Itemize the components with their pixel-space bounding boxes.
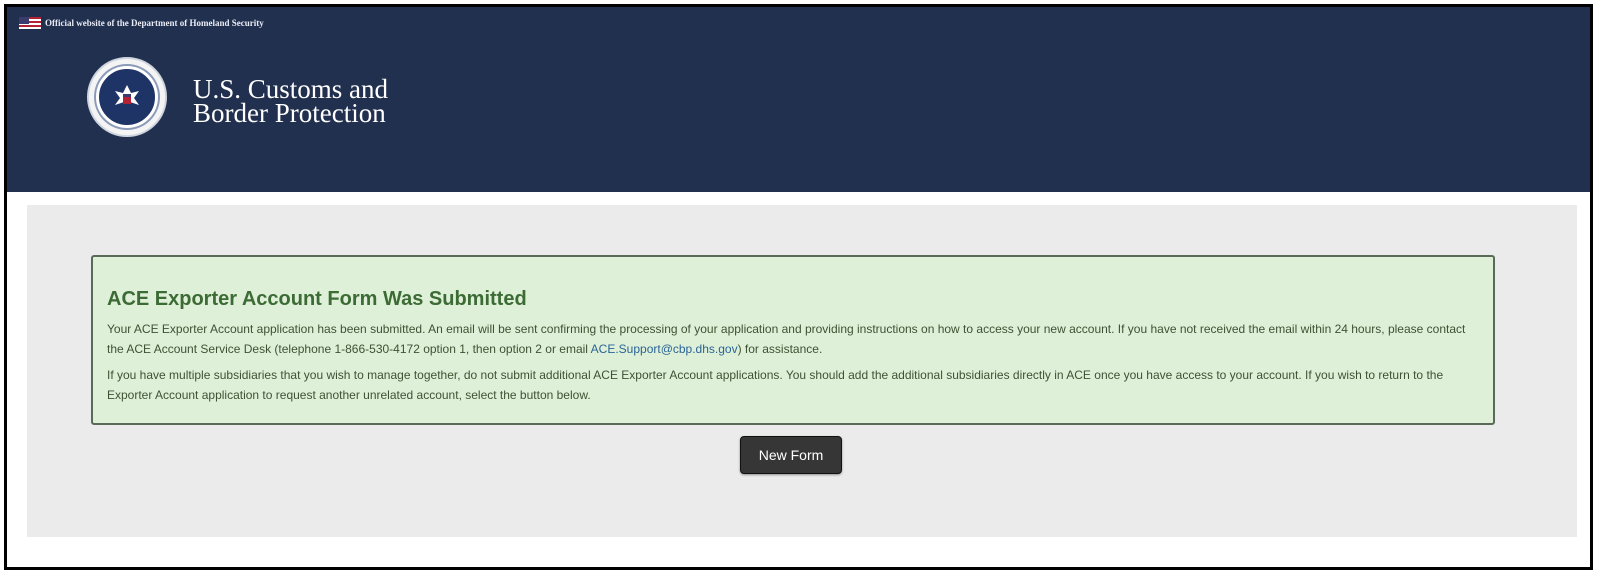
agency-name-line2: Border Protection <box>193 98 386 128</box>
page-frame: Official website of the Department of Ho… <box>4 4 1593 570</box>
site-header: Official website of the Department of Ho… <box>7 7 1590 192</box>
alert-message-1-end: ) for assistance. <box>737 342 823 356</box>
alert-title: ACE Exporter Account Form Was Submitted <box>107 288 527 310</box>
gov-banner-text: Official website of the Department of Ho… <box>45 18 264 28</box>
success-alert: ACE Exporter Account Form Was Submitted … <box>91 255 1495 425</box>
dhs-seal-icon[interactable] <box>87 57 167 137</box>
us-flag-icon <box>19 17 41 29</box>
agency-name[interactable]: U.S. Customs and Border Protection <box>193 76 388 128</box>
new-form-button[interactable]: New Form <box>740 436 842 474</box>
alert-message-2: If you have multiple subsidiaries that y… <box>107 368 1444 402</box>
support-email-link[interactable]: ACE.Support@cbp.dhs.gov <box>591 342 738 356</box>
alert-message-1: Your ACE Exporter Account application ha… <box>107 319 1479 359</box>
gov-banner: Official website of the Department of Ho… <box>19 17 264 29</box>
